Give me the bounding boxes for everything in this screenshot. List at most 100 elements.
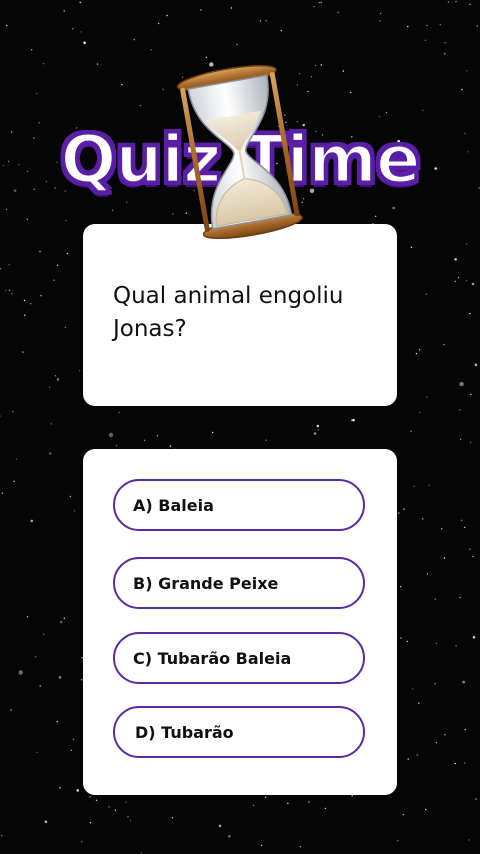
star <box>466 70 468 72</box>
star <box>470 393 472 396</box>
star <box>169 445 172 447</box>
star <box>30 519 34 523</box>
star <box>121 83 123 86</box>
answer-option-d[interactable]: D) Tubarão <box>113 706 365 758</box>
question-card: Qual animal engoliu Jonas? <box>83 224 397 406</box>
star <box>469 312 471 315</box>
star <box>320 1 322 4</box>
star <box>457 276 460 279</box>
star <box>48 452 52 455</box>
star <box>70 749 73 751</box>
star <box>413 485 415 488</box>
star <box>64 326 67 329</box>
star <box>471 282 475 286</box>
star <box>63 10 65 12</box>
star <box>23 299 26 302</box>
star <box>316 424 320 428</box>
star <box>139 104 142 107</box>
star <box>54 375 57 377</box>
star <box>399 585 402 588</box>
star <box>444 734 446 736</box>
star <box>56 721 58 723</box>
star <box>260 844 263 847</box>
star <box>65 219 67 222</box>
star <box>36 751 38 754</box>
star <box>4 289 7 292</box>
star <box>313 5 315 8</box>
star <box>426 24 428 27</box>
star <box>406 640 408 643</box>
star <box>125 801 127 803</box>
star <box>342 70 345 72</box>
star <box>454 280 456 283</box>
star <box>397 840 399 842</box>
star <box>380 12 382 15</box>
hourglass-icon <box>176 64 303 240</box>
star <box>317 429 319 431</box>
star <box>459 381 464 387</box>
star <box>158 22 160 25</box>
star <box>8 289 11 291</box>
star <box>400 637 402 639</box>
star <box>108 806 110 808</box>
star <box>265 796 267 798</box>
star <box>114 809 117 811</box>
star <box>313 432 317 435</box>
star <box>22 351 24 353</box>
star <box>15 458 18 460</box>
star <box>416 754 418 756</box>
star <box>66 252 69 255</box>
star <box>166 14 168 17</box>
star <box>422 518 424 520</box>
star <box>171 817 174 819</box>
star <box>418 349 421 351</box>
star <box>6 24 8 27</box>
star <box>426 573 429 575</box>
star <box>200 9 202 11</box>
star <box>143 439 146 441</box>
answer-option-b[interactable]: B) Grande Peixe <box>113 557 365 609</box>
star <box>464 729 466 731</box>
star <box>1 834 3 837</box>
question-text: Qual animal engoliu Jonas? <box>113 283 344 342</box>
star <box>350 92 352 94</box>
star <box>454 762 456 765</box>
star <box>127 816 129 818</box>
star <box>56 378 60 381</box>
star <box>470 441 472 444</box>
star <box>463 526 466 529</box>
star <box>425 808 427 811</box>
star <box>1 492 4 494</box>
star <box>476 25 478 27</box>
star <box>287 802 289 804</box>
star <box>83 41 86 45</box>
star <box>426 396 428 398</box>
star <box>434 598 436 600</box>
star <box>218 824 222 828</box>
star <box>96 63 99 65</box>
star <box>402 813 404 816</box>
star <box>156 435 159 437</box>
star <box>337 11 339 14</box>
star <box>459 409 461 411</box>
star <box>439 23 441 26</box>
star <box>34 656 37 658</box>
star <box>59 787 61 789</box>
star <box>18 670 23 675</box>
star <box>80 31 82 33</box>
star <box>318 1 320 4</box>
star <box>459 438 462 440</box>
star <box>455 0 457 3</box>
star <box>415 353 418 355</box>
star <box>424 39 427 41</box>
star <box>72 28 74 30</box>
star <box>31 49 33 51</box>
star <box>461 88 463 91</box>
answer-option-a[interactable]: A) Baleia <box>113 479 365 531</box>
answer-option-c[interactable]: C) Tubarão Baleia <box>113 632 365 684</box>
star <box>24 314 26 316</box>
star <box>441 528 443 530</box>
star <box>469 548 471 550</box>
star <box>379 20 381 22</box>
star <box>466 243 468 245</box>
